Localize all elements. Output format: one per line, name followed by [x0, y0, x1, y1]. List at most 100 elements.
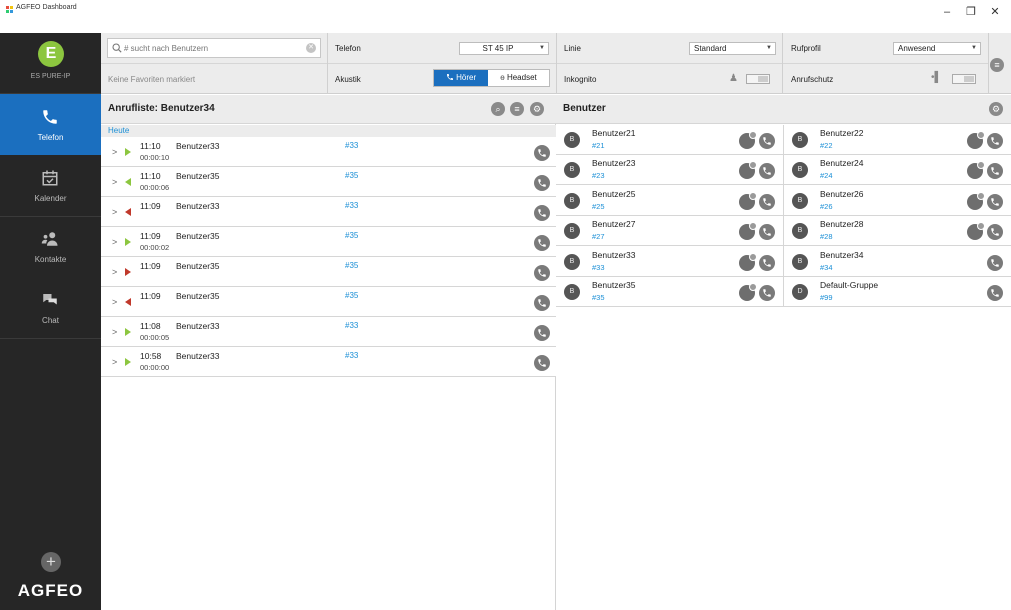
call-back-button[interactable]	[534, 175, 550, 191]
call-user-button[interactable]	[759, 133, 775, 149]
user-card[interactable]: B Benutzer35 #35	[556, 277, 783, 307]
call-number-link[interactable]: #35	[345, 291, 358, 300]
chat-status-icon[interactable]	[967, 191, 985, 210]
maximize-button[interactable]: ❐	[959, 1, 983, 23]
user-card[interactable]: B Benutzer26 #26	[784, 185, 1011, 216]
user-card[interactable]: B Benutzer23 #23	[556, 155, 783, 186]
user-extension[interactable]: #34	[820, 263, 833, 272]
minimize-button[interactable]: –	[935, 1, 959, 23]
sidebar-item-kontakte[interactable]: Kontakte	[0, 216, 101, 277]
call-back-button[interactable]	[534, 235, 550, 251]
user-card[interactable]: B Benutzer28 #28	[784, 216, 1011, 247]
add-button[interactable]: +	[41, 552, 61, 572]
call-row[interactable]: >11:10 Benutzer33 00:00:10 #33	[101, 137, 556, 167]
user-card[interactable]: B Benutzer25 #25	[556, 185, 783, 216]
call-row[interactable]: >11:09 Benutzer33 #33	[101, 197, 556, 227]
user-extension[interactable]: #99	[820, 293, 833, 302]
user-card[interactable]: B Benutzer27 #27	[556, 216, 783, 247]
user-extension[interactable]: #26	[820, 202, 833, 211]
search-input[interactable]	[124, 41, 302, 55]
call-back-button[interactable]	[534, 265, 550, 281]
menu-icon[interactable]: ≡	[510, 102, 524, 116]
call-user-button[interactable]	[987, 254, 1003, 271]
call-user-button[interactable]	[987, 285, 1003, 301]
chat-status-icon[interactable]	[967, 161, 985, 180]
rufprofil-select[interactable]: Anwesend ▼	[893, 42, 981, 55]
user-extension[interactable]: #23	[592, 171, 605, 180]
chat-status-icon[interactable]	[739, 131, 757, 149]
chat-status-icon[interactable]	[739, 252, 757, 271]
call-row[interactable]: >11:09 Benutzer35 #35	[101, 287, 556, 317]
expand-chevron-icon[interactable]: >	[112, 267, 117, 277]
expand-chevron-icon[interactable]: >	[112, 207, 117, 217]
sidebar-item-chat[interactable]: Chat	[0, 277, 101, 338]
expand-chevron-icon[interactable]: >	[112, 357, 117, 367]
call-user-button[interactable]	[987, 133, 1003, 149]
clear-search-icon[interactable]: ✕	[306, 43, 316, 53]
call-back-button[interactable]	[534, 145, 550, 161]
search-box[interactable]: ✕	[107, 38, 321, 58]
user-extension[interactable]: #22	[820, 141, 833, 150]
linie-select[interactable]: Standard ▼	[689, 42, 776, 55]
call-row[interactable]: >11:10 Benutzer35 00:00:06 #35	[101, 167, 556, 197]
expand-chevron-icon[interactable]: >	[112, 177, 117, 187]
settings-icon[interactable]: ⚙	[989, 102, 1003, 116]
search-icon[interactable]: ⌕	[491, 102, 505, 116]
user-card[interactable]: B Benutzer24 #24	[784, 155, 1011, 186]
call-number-link[interactable]: #35	[345, 261, 358, 270]
user-card[interactable]: D Default-Gruppe #99	[784, 277, 1011, 307]
call-row[interactable]: >11:09 Benutzer35 #35	[101, 257, 556, 287]
call-user-button[interactable]	[987, 163, 1003, 180]
expand-chevron-icon[interactable]: >	[112, 327, 117, 337]
call-row[interactable]: >10:58 Benutzer33 00:00:00 #33	[101, 347, 556, 377]
call-back-button[interactable]	[534, 355, 550, 371]
user-extension[interactable]: #35	[592, 293, 605, 302]
call-number-link[interactable]: #35	[345, 231, 358, 240]
user-card[interactable]: B Benutzer21 #21	[556, 125, 783, 155]
call-user-button[interactable]	[759, 193, 775, 210]
chat-status-icon[interactable]	[739, 222, 757, 241]
expand-chevron-icon[interactable]: >	[112, 147, 117, 157]
call-row[interactable]: >11:08 Benutzer33 00:00:05 #33	[101, 317, 556, 347]
user-card[interactable]: B Benutzer33 #33	[556, 246, 783, 277]
expand-chevron-icon[interactable]: >	[112, 297, 117, 307]
inkognito-toggle[interactable]	[746, 74, 770, 84]
call-user-button[interactable]	[987, 193, 1003, 210]
user-extension[interactable]: #27	[592, 232, 605, 241]
chat-status-icon[interactable]	[739, 161, 757, 180]
menu-icon[interactable]: ≡	[990, 58, 1004, 72]
expand-chevron-icon[interactable]: >	[112, 237, 117, 247]
call-number-link[interactable]: #33	[345, 351, 358, 360]
user-extension[interactable]: #24	[820, 171, 833, 180]
sidebar-item-kalender[interactable]: Kalender	[0, 155, 101, 216]
settings-icon[interactable]: ⚙	[530, 102, 544, 116]
call-user-button[interactable]	[987, 224, 1003, 241]
call-row[interactable]: >11:09 Benutzer35 00:00:02 #35	[101, 227, 556, 257]
call-user-button[interactable]	[759, 163, 775, 180]
call-user-button[interactable]	[759, 254, 775, 271]
user-extension[interactable]: #33	[592, 263, 605, 272]
device-logo[interactable]: E	[38, 41, 64, 67]
akustik-headset-button[interactable]: ɵ Headset	[488, 70, 549, 86]
user-card[interactable]: B Benutzer22 #22	[784, 125, 1011, 155]
call-number-link[interactable]: #33	[345, 141, 358, 150]
chat-status-icon[interactable]	[739, 191, 757, 210]
call-user-button[interactable]	[759, 285, 775, 301]
call-number-link[interactable]: #33	[345, 201, 358, 210]
call-back-button[interactable]	[534, 295, 550, 311]
user-card[interactable]: B Benutzer34 #34	[784, 246, 1011, 277]
akustik-hoerer-button[interactable]: Hörer	[434, 70, 488, 86]
call-number-link[interactable]: #33	[345, 321, 358, 330]
close-button[interactable]: ✕	[983, 1, 1007, 23]
chat-status-icon[interactable]	[967, 131, 985, 149]
call-back-button[interactable]	[534, 205, 550, 221]
call-number-link[interactable]: #35	[345, 171, 358, 180]
user-extension[interactable]: #25	[592, 202, 605, 211]
user-extension[interactable]: #21	[592, 141, 605, 150]
chat-status-icon[interactable]	[739, 283, 757, 301]
telefon-select[interactable]: ST 45 IP ▼	[459, 42, 549, 55]
anrufschutz-toggle[interactable]	[952, 74, 976, 84]
chat-status-icon[interactable]	[967, 222, 985, 241]
call-user-button[interactable]	[759, 224, 775, 241]
user-extension[interactable]: #28	[820, 232, 833, 241]
